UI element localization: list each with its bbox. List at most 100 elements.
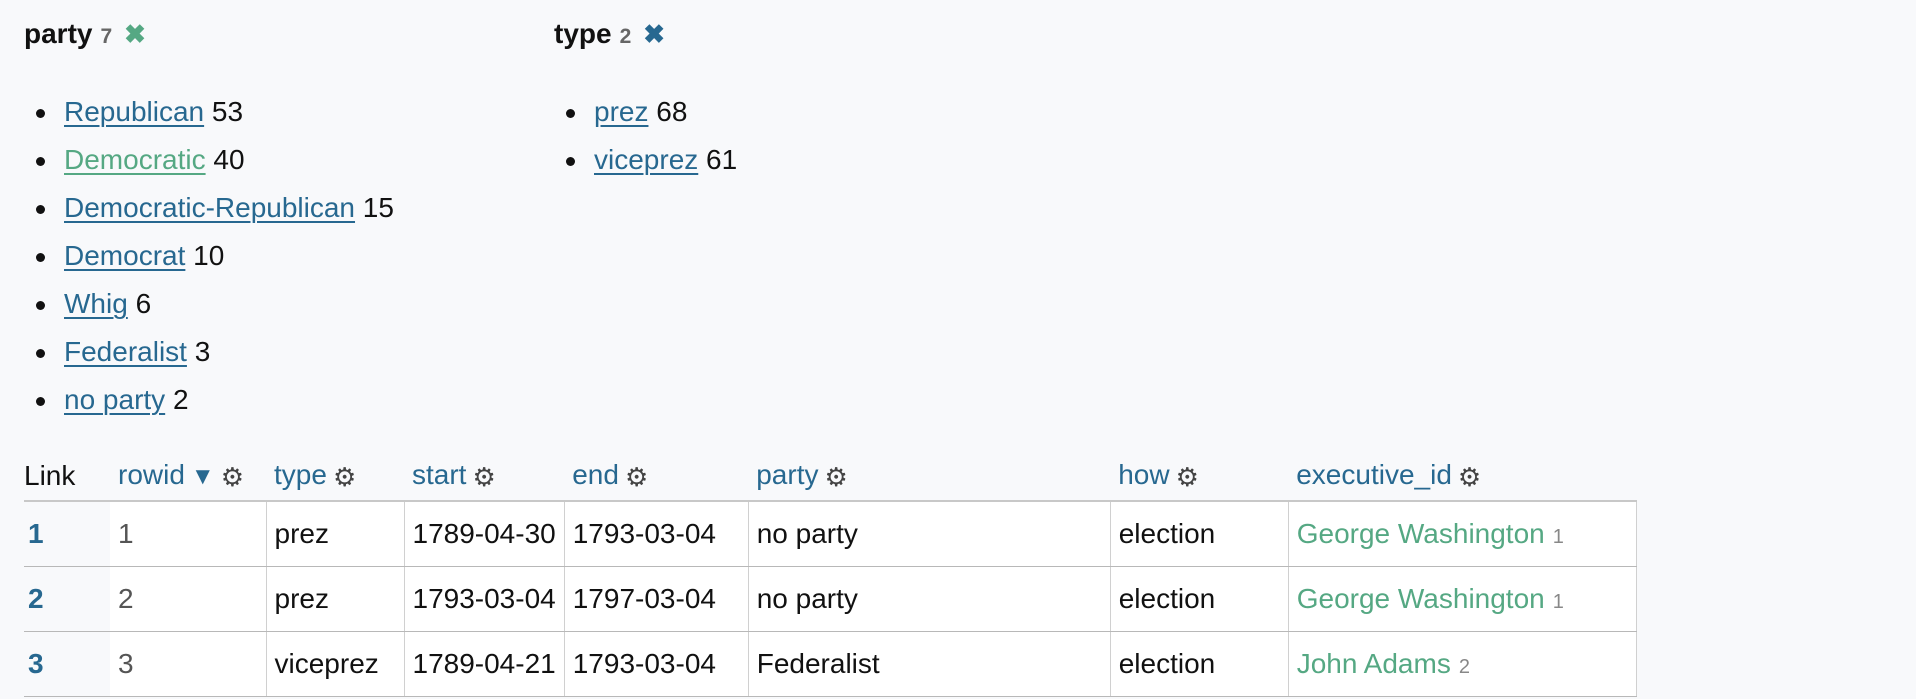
facet-type-item: viceprez 61 <box>554 136 1154 184</box>
facet-type-count: 2 <box>619 25 632 48</box>
facet-item-count: 10 <box>193 240 225 271</box>
row-link[interactable]: 2 <box>28 583 44 614</box>
executive-link[interactable]: John Adams <box>1297 648 1451 679</box>
col-header-label[interactable]: party <box>756 459 818 490</box>
executive-id-value: 1 <box>1552 526 1564 548</box>
col-header-label[interactable]: start <box>412 459 466 490</box>
executive-id-value: 1 <box>1552 591 1564 613</box>
col-header-executive-id[interactable]: executive_id ⚙ <box>1288 452 1637 502</box>
facet-party-item: Democratic 40 <box>24 136 554 184</box>
facet-party-item: Republican 53 <box>24 88 554 136</box>
cell-start: 1789-04-30 <box>404 501 565 567</box>
table-row: 3 3 viceprez 1789-04-21 1793-03-04 Feder… <box>24 631 1637 697</box>
cell-end: 1797-03-04 <box>564 566 749 632</box>
col-header-link: Link <box>24 452 110 502</box>
gear-icon[interactable]: ⚙ <box>221 462 244 493</box>
col-header-label[interactable]: how <box>1118 459 1169 490</box>
col-header-label[interactable]: executive_id <box>1296 459 1452 490</box>
cell-end: 1793-03-04 <box>564 631 749 697</box>
facet-party-item: Federalist 3 <box>24 328 554 376</box>
facet-party-count: 7 <box>100 25 113 48</box>
facet-party-link-republican[interactable]: Republican <box>64 96 204 127</box>
facet-party-header: party 7 ✖ <box>24 18 554 58</box>
facet-party-item: Whig 6 <box>24 280 554 328</box>
table-row: 2 2 prez 1793-03-04 1797-03-04 no party … <box>24 566 1637 632</box>
col-header-label: Link <box>24 460 76 491</box>
facet-item-count: 6 <box>135 288 152 319</box>
col-header-how[interactable]: how ⚙ <box>1110 452 1289 502</box>
cell-executive-id: John Adams 2 <box>1288 631 1637 697</box>
cell-rowid: 2 <box>110 566 267 632</box>
cell-link: 2 <box>24 566 110 632</box>
table-row: 1 1 prez 1789-04-30 1793-03-04 no party … <box>24 501 1637 567</box>
facets-panel: party 7 ✖ Republican 53 Democratic 40 De… <box>24 18 1154 424</box>
facet-type-item: prez 68 <box>554 88 1154 136</box>
facet-item-count: 40 <box>213 144 245 175</box>
cell-how: election <box>1110 501 1289 567</box>
facet-type-header: type 2 ✖ <box>554 18 1154 58</box>
facet-item-count: 68 <box>656 96 688 127</box>
results-table: Link rowid ▼ ⚙ type ⚙ start ⚙ end ⚙ party ⚙ ho… <box>24 452 1637 697</box>
row-link[interactable]: 1 <box>28 518 44 549</box>
cell-party: Federalist <box>748 631 1111 697</box>
gear-icon[interactable]: ⚙ <box>333 462 356 493</box>
sort-desc-icon[interactable]: ▼ <box>191 463 215 490</box>
facet-type-list: prez 68 viceprez 61 <box>554 88 1154 184</box>
cell-rowid: 3 <box>110 631 267 697</box>
executive-link[interactable]: George Washington <box>1297 583 1545 614</box>
col-header-label[interactable]: rowid <box>118 459 185 490</box>
facet-party-link-federalist[interactable]: Federalist <box>64 336 187 367</box>
facet-item-count: 15 <box>362 192 394 223</box>
cell-type: prez <box>266 501 405 567</box>
facet-party-link-no-party[interactable]: no party <box>64 384 165 415</box>
gear-icon[interactable]: ⚙ <box>1458 462 1481 493</box>
gear-icon[interactable]: ⚙ <box>824 462 847 493</box>
col-header-start[interactable]: start ⚙ <box>404 452 565 502</box>
cell-end: 1793-03-04 <box>564 501 749 567</box>
col-header-end[interactable]: end ⚙ <box>564 452 749 502</box>
facet-party-link-whig[interactable]: Whig <box>64 288 128 319</box>
gear-icon[interactable]: ⚙ <box>472 462 495 493</box>
cell-start: 1789-04-21 <box>404 631 565 697</box>
cell-start: 1793-03-04 <box>404 566 565 632</box>
cell-link: 3 <box>24 631 110 697</box>
gear-icon[interactable]: ⚙ <box>1176 462 1199 493</box>
facet-party-link-democratic-republican[interactable]: Democratic-Republican <box>64 192 355 223</box>
col-header-type[interactable]: type ⚙ <box>266 452 404 502</box>
cell-executive-id: George Washington 1 <box>1288 501 1637 567</box>
cell-rowid: 1 <box>110 501 267 567</box>
cell-executive-id: George Washington 1 <box>1288 566 1637 632</box>
cell-link: 1 <box>24 501 110 567</box>
facet-party-item: Democratic-Republican 15 <box>24 184 554 232</box>
row-link[interactable]: 3 <box>28 648 44 679</box>
facet-item-count: 3 <box>194 336 211 367</box>
facet-party: party 7 ✖ Republican 53 Democratic 40 De… <box>24 18 554 424</box>
facet-item-count: 53 <box>211 96 244 127</box>
close-x-icon[interactable]: ✖ <box>643 21 665 47</box>
facet-type: type 2 ✖ prez 68 viceprez 61 <box>554 18 1154 424</box>
col-header-label[interactable]: end <box>572 459 619 490</box>
facet-party-item: no party 2 <box>24 376 554 424</box>
col-header-label[interactable]: type <box>274 459 327 490</box>
executive-link[interactable]: George Washington <box>1297 518 1545 549</box>
facet-party-link-democratic[interactable]: Democratic <box>64 144 206 175</box>
cell-type: viceprez <box>266 631 405 697</box>
page: party 7 ✖ Republican 53 Democratic 40 De… <box>0 0 1916 699</box>
facet-item-count: 61 <box>706 144 738 175</box>
gear-icon[interactable]: ⚙ <box>625 462 648 493</box>
col-header-rowid[interactable]: rowid ▼ ⚙ <box>110 452 266 502</box>
col-header-party[interactable]: party ⚙ <box>748 452 1111 502</box>
facet-party-item: Democrat 10 <box>24 232 554 280</box>
cell-type: prez <box>266 566 405 632</box>
cell-party: no party <box>748 501 1111 567</box>
facet-type-link-prez[interactable]: prez <box>594 96 648 127</box>
facet-type-link-viceprez[interactable]: viceprez <box>594 144 698 175</box>
facet-party-link-democrat[interactable]: Democrat <box>64 240 185 271</box>
cell-party: no party <box>748 566 1111 632</box>
executive-id-value: 2 <box>1458 656 1470 678</box>
facet-party-list: Republican 53 Democratic 40 Democratic-R… <box>24 88 554 424</box>
facet-type-title: type <box>554 18 612 49</box>
results-table-container: Link rowid ▼ ⚙ type ⚙ start ⚙ end ⚙ party ⚙ ho… <box>24 452 1637 697</box>
close-x-icon[interactable]: ✖ <box>124 21 146 47</box>
facet-party-title: party <box>24 18 93 49</box>
